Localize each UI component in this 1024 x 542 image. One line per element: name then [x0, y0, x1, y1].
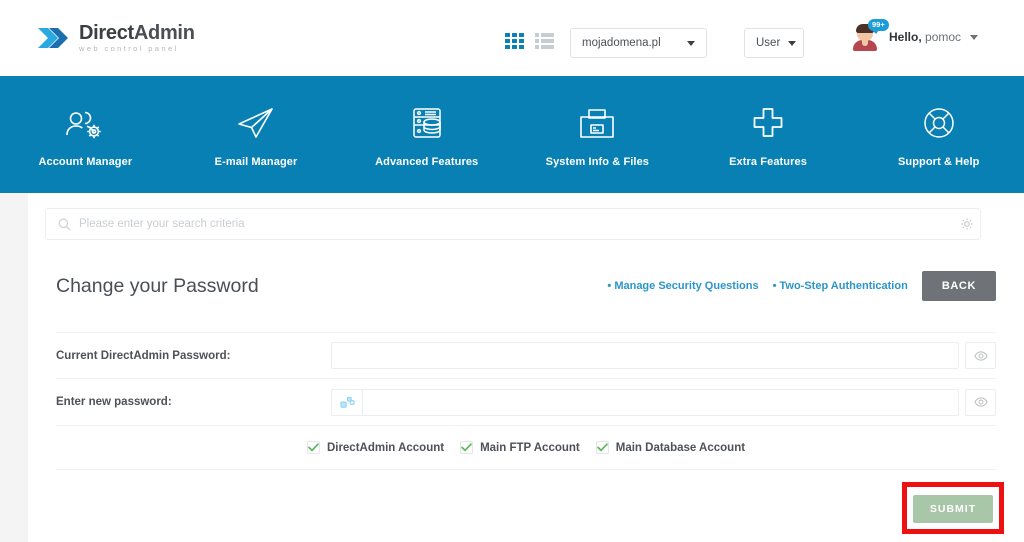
- nav-label: Account Manager: [38, 155, 133, 168]
- search-input[interactable]: Please enter your search criteria: [79, 218, 245, 230]
- list-view-icon[interactable]: [535, 33, 554, 49]
- users-gear-icon: [0, 102, 171, 144]
- top-header: DirectAdmin web control panel mojadomena…: [0, 0, 1024, 76]
- back-button[interactable]: BACK: [921, 271, 996, 301]
- checkbox-label: Main Database Account: [615, 441, 746, 454]
- content-card: Please enter your search criteria Change…: [28, 193, 1024, 542]
- two-step-authentication-link[interactable]: • Two-Step Authentication: [773, 280, 908, 292]
- account-scope-checkboxes: DirectAdmin Account Main FTP Account Mai…: [56, 426, 996, 470]
- nav-label: System Info & Files: [545, 155, 650, 168]
- gear-icon[interactable]: [953, 208, 981, 240]
- current-password-input[interactable]: [331, 342, 959, 369]
- checkmark-icon: [460, 441, 474, 454]
- page-content: Change your Password • Manage Security Q…: [56, 265, 1004, 542]
- view-toggle-group: [505, 33, 554, 49]
- nav-item-system-info-files[interactable]: System Info & Files: [512, 102, 683, 168]
- user-type-value: User: [756, 37, 781, 49]
- life-ring-icon: [853, 102, 1024, 144]
- change-password-form: Current DirectAdmin Password: Enter new …: [56, 332, 1004, 542]
- nav-item-email-manager[interactable]: E-mail Manager: [171, 102, 342, 168]
- domain-selector-value: mojadomena.pl: [582, 37, 661, 49]
- checkmark-icon: [595, 441, 609, 454]
- eye-icon[interactable]: [965, 342, 996, 369]
- page-actions: • Manage Security Questions • Two-Step A…: [607, 271, 996, 301]
- brand-logo[interactable]: DirectAdmin web control panel: [36, 22, 195, 54]
- plus-icon: [683, 102, 854, 144]
- eye-icon[interactable]: [965, 388, 996, 416]
- paper-plane-icon: [171, 102, 342, 144]
- checkbox-label: Main FTP Account: [480, 441, 580, 454]
- directadmin-chevrons-logo-icon: [36, 22, 70, 54]
- chevron-down-icon[interactable]: [970, 34, 979, 40]
- nav-item-account-manager[interactable]: Account Manager: [0, 102, 171, 168]
- current-password-label: Current DirectAdmin Password:: [56, 349, 231, 362]
- form-row-current-password: Current DirectAdmin Password:: [56, 332, 996, 379]
- checkbox-main-database-account[interactable]: Main Database Account: [595, 441, 746, 454]
- greeting-text: Hello, pomoc: [889, 30, 961, 44]
- username-label: pomoc: [925, 30, 962, 44]
- grid-view-icon[interactable]: [505, 33, 524, 49]
- user-type-selector[interactable]: User: [744, 28, 804, 58]
- submit-area: SUBMIT: [56, 470, 1004, 542]
- new-password-label: Enter new password:: [56, 396, 172, 408]
- brand-tagline: web control panel: [79, 44, 179, 54]
- checkmark-icon: [306, 441, 320, 454]
- nav-label: E-mail Manager: [214, 155, 298, 168]
- brand-name-bold: Direct: [79, 22, 134, 45]
- nav-item-support-help[interactable]: Support & Help: [853, 102, 1024, 168]
- notification-badge[interactable]: 99+: [868, 19, 889, 33]
- directadmin-page: DirectAdmin web control panel mojadomena…: [0, 0, 1024, 542]
- nav-item-advanced-features[interactable]: Advanced Features: [341, 102, 512, 168]
- avatar: 99+: [851, 19, 889, 52]
- nav-label: Support & Help: [897, 155, 980, 168]
- checkbox-label: DirectAdmin Account: [326, 441, 445, 454]
- checkbox-main-ftp-account[interactable]: Main FTP Account: [460, 441, 580, 454]
- manage-security-questions-link[interactable]: • Manage Security Questions: [607, 280, 758, 292]
- folder-files-icon: [512, 102, 683, 144]
- domain-selector[interactable]: mojadomena.pl: [570, 28, 707, 58]
- chevron-down-icon: [788, 40, 797, 46]
- greeting-prefix: Hello,: [889, 30, 922, 44]
- nav-label: Extra Features: [729, 155, 807, 168]
- new-password-input[interactable]: [362, 388, 959, 416]
- checkbox-directadmin-account[interactable]: DirectAdmin Account: [306, 441, 445, 454]
- page-title: Change your Password: [56, 274, 259, 297]
- user-menu[interactable]: 99+ Hello, pomoc: [851, 19, 979, 52]
- brand-name-light: Admin: [133, 22, 195, 45]
- nav-label: Advanced Features: [375, 155, 479, 168]
- server-database-icon: [341, 102, 512, 144]
- search-bar[interactable]: Please enter your search criteria: [45, 208, 981, 240]
- chevron-down-icon: [687, 40, 695, 46]
- nav-item-extra-features[interactable]: Extra Features: [683, 102, 854, 168]
- search-icon: [58, 218, 71, 231]
- form-row-new-password: Enter new password:: [56, 379, 996, 426]
- main-navigation: Account Manager E-mail Manager Advanced …: [0, 76, 1024, 193]
- submit-button[interactable]: SUBMIT: [913, 495, 993, 523]
- page-header: Change your Password • Manage Security Q…: [56, 265, 996, 307]
- random-password-icon[interactable]: [331, 388, 362, 416]
